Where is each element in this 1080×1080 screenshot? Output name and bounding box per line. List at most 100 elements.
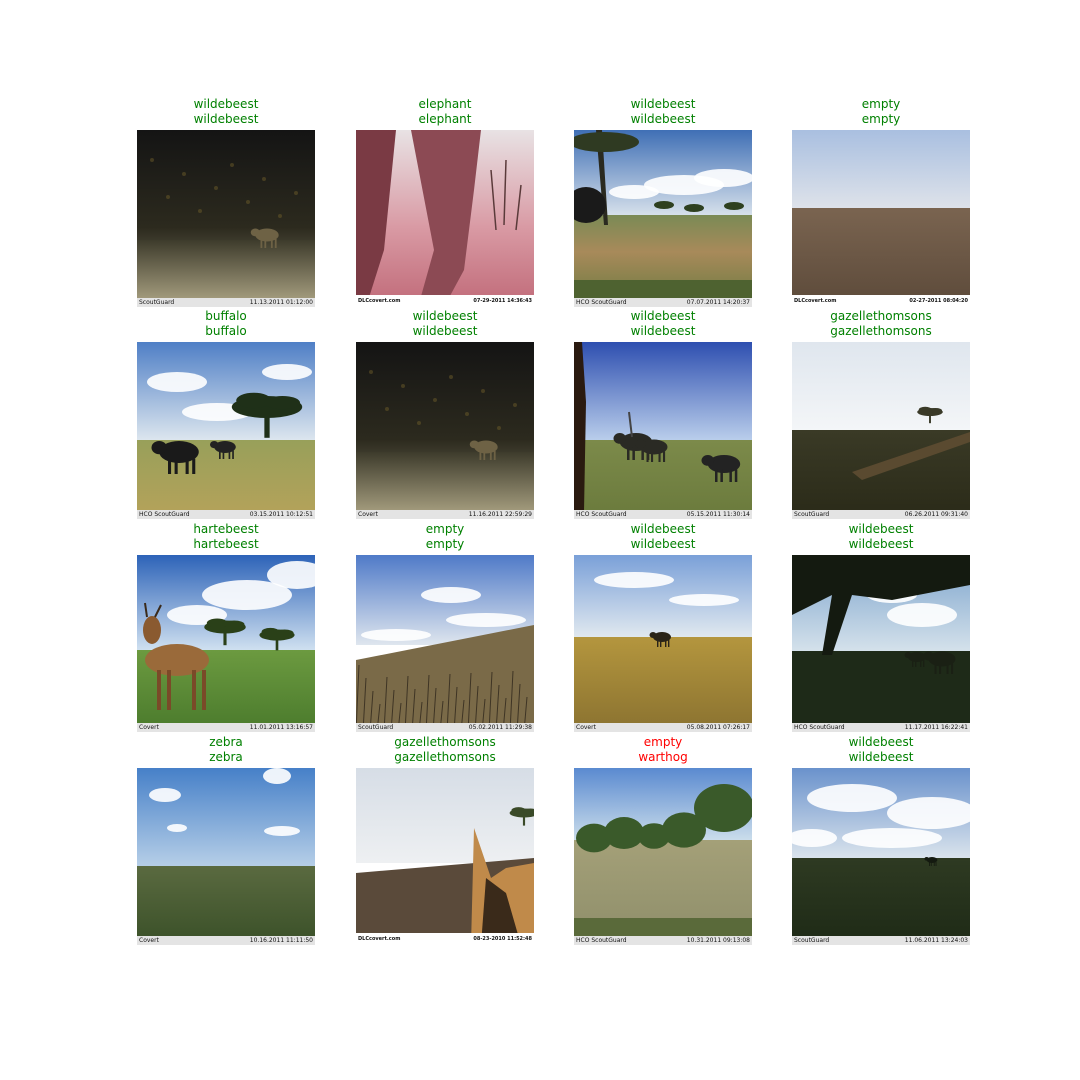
photo-timestamp: 11.13.2011 01:12:00 bbox=[249, 299, 313, 306]
photo-timestamp: 05.08.2011 07:26:17 bbox=[686, 724, 750, 731]
tile-caption: empty empty bbox=[772, 97, 990, 127]
photo-timestamp: 07-29-2011 14:36:43 bbox=[473, 298, 532, 304]
photo-timestamp: 08-23-2010 11:52:48 bbox=[473, 936, 532, 942]
camera-stamp: DLCcovert.com 02-27-2011 08:04:20 bbox=[792, 295, 970, 307]
tile-caption: gazellethomsons gazellethomsons bbox=[336, 735, 554, 765]
photo-image bbox=[137, 555, 315, 732]
true-label: gazellethomsons bbox=[830, 324, 932, 338]
photo-image bbox=[792, 555, 970, 732]
true-label: wildebeest bbox=[630, 537, 696, 551]
true-label: buffalo bbox=[205, 324, 247, 338]
predicted-label: wildebeest bbox=[630, 522, 696, 536]
camera-stamp: ScoutGuard 06.26.2011 09:31:40 bbox=[792, 510, 970, 519]
camera-stamp: DLCcovert.com 08-23-2010 11:52:48 bbox=[356, 933, 534, 945]
photo-timestamp: 05.15.2011 11:30:14 bbox=[686, 511, 750, 518]
photo-timestamp: 11.16.2011 22:59:29 bbox=[468, 511, 532, 518]
photo-timestamp: 11.17.2011 16:22:41 bbox=[904, 724, 968, 731]
tile-caption: wildebeest wildebeest bbox=[554, 309, 772, 339]
camera-trap-photo: HCO ScoutGuard 10.31.2011 09:13:08 bbox=[574, 768, 752, 945]
photo-image bbox=[356, 342, 534, 519]
camera-brand: HCO ScoutGuard bbox=[139, 511, 190, 518]
camera-trap-photo: DLCcovert.com 07-29-2011 14:36:43 bbox=[356, 130, 534, 307]
tile-caption: gazellethomsons gazellethomsons bbox=[772, 309, 990, 339]
camera-stamp: Covert 10.16.2011 11:11:50 bbox=[137, 936, 315, 945]
true-label: hartebeest bbox=[193, 537, 259, 551]
camera-trap-photo: ScoutGuard 05.02.2011 11:29:38 bbox=[356, 555, 534, 732]
camera-trap-photo: HCO ScoutGuard 05.15.2011 11:30:14 bbox=[574, 342, 752, 519]
camera-stamp: Covert 11.01.2011 13:16:57 bbox=[137, 723, 315, 732]
photo-image bbox=[137, 130, 315, 307]
photo-image bbox=[137, 768, 315, 945]
predicted-label: gazellethomsons bbox=[394, 735, 496, 749]
camera-brand: HCO ScoutGuard bbox=[794, 724, 845, 731]
true-label: wildebeest bbox=[848, 750, 914, 764]
photo-image bbox=[356, 768, 534, 945]
photo-image bbox=[792, 342, 970, 519]
predicted-label: wildebeest bbox=[193, 97, 259, 111]
photo-image bbox=[574, 768, 752, 945]
photo-timestamp: 07.07.2011 14:20:37 bbox=[686, 299, 750, 306]
camera-stamp: HCO ScoutGuard 10.31.2011 09:13:08 bbox=[574, 936, 752, 945]
true-label: empty bbox=[861, 112, 901, 126]
camera-trap-photo: ScoutGuard 06.26.2011 09:31:40 bbox=[792, 342, 970, 519]
camera-trap-photo: HCO ScoutGuard 11.17.2011 16:22:41 bbox=[792, 555, 970, 732]
camera-brand: Covert bbox=[139, 724, 159, 731]
predicted-label: wildebeest bbox=[848, 735, 914, 749]
camera-stamp: HCO ScoutGuard 11.17.2011 16:22:41 bbox=[792, 723, 970, 732]
camera-trap-photo: ScoutGuard 11.13.2011 01:12:00 bbox=[137, 130, 315, 307]
photo-timestamp: 03.15.2011 10:12:51 bbox=[249, 511, 313, 518]
photo-timestamp: 06.26.2011 09:31:40 bbox=[904, 511, 968, 518]
photo-timestamp: 10.31.2011 09:13:08 bbox=[686, 937, 750, 944]
camera-brand: Covert bbox=[139, 937, 159, 944]
camera-brand: ScoutGuard bbox=[139, 299, 175, 306]
camera-trap-photo: DLCcovert.com 02-27-2011 08:04:20 bbox=[792, 130, 970, 307]
predicted-label: wildebeest bbox=[630, 97, 696, 111]
photo-image bbox=[574, 342, 752, 519]
photo-timestamp: 10.16.2011 11:11:50 bbox=[249, 937, 313, 944]
tile-caption: zebra zebra bbox=[117, 735, 335, 765]
tile-caption: hartebeest hartebeest bbox=[117, 522, 335, 552]
tile-caption: wildebeest wildebeest bbox=[554, 522, 772, 552]
true-label: wildebeest bbox=[848, 537, 914, 551]
photo-image bbox=[792, 130, 970, 307]
predicted-label: empty bbox=[861, 97, 901, 111]
camera-brand: HCO ScoutGuard bbox=[576, 937, 627, 944]
photo-image bbox=[137, 342, 315, 519]
true-label: gazellethomsons bbox=[394, 750, 496, 764]
camera-stamp: HCO ScoutGuard 05.15.2011 11:30:14 bbox=[574, 510, 752, 519]
camera-brand: Covert bbox=[358, 511, 378, 518]
camera-brand: DLCcovert.com bbox=[358, 936, 401, 942]
tile-caption: wildebeest wildebeest bbox=[772, 522, 990, 552]
camera-trap-photo: Covert 11.01.2011 13:16:57 bbox=[137, 555, 315, 732]
photo-image bbox=[574, 130, 752, 307]
predicted-label: empty bbox=[425, 522, 465, 536]
camera-brand: HCO ScoutGuard bbox=[576, 299, 627, 306]
camera-stamp: Covert 11.16.2011 22:59:29 bbox=[356, 510, 534, 519]
camera-stamp: Covert 05.08.2011 07:26:17 bbox=[574, 723, 752, 732]
true-label: wildebeest bbox=[630, 112, 696, 126]
photo-timestamp: 11.06.2011 13:24:03 bbox=[904, 937, 968, 944]
photo-timestamp: 02-27-2011 08:04:20 bbox=[909, 298, 968, 304]
camera-trap-photo: Covert 05.08.2011 07:26:17 bbox=[574, 555, 752, 732]
camera-brand: DLCcovert.com bbox=[794, 298, 837, 304]
photo-image bbox=[356, 555, 534, 732]
camera-trap-photo: HCO ScoutGuard 07.07.2011 14:20:37 bbox=[574, 130, 752, 307]
tile-caption: buffalo buffalo bbox=[117, 309, 335, 339]
true-label: wildebeest bbox=[193, 112, 259, 126]
camera-brand: ScoutGuard bbox=[794, 937, 830, 944]
tile-caption: empty warthog bbox=[554, 735, 772, 765]
true-label: empty bbox=[425, 537, 465, 551]
camera-brand: DLCcovert.com bbox=[358, 298, 401, 304]
tile-caption: elephant elephant bbox=[336, 97, 554, 127]
camera-stamp: DLCcovert.com 07-29-2011 14:36:43 bbox=[356, 295, 534, 307]
camera-stamp: ScoutGuard 05.02.2011 11:29:38 bbox=[356, 723, 534, 732]
camera-brand: ScoutGuard bbox=[794, 511, 830, 518]
camera-trap-photo: HCO ScoutGuard 03.15.2011 10:12:51 bbox=[137, 342, 315, 519]
photo-image bbox=[792, 768, 970, 945]
camera-trap-photo: DLCcovert.com 08-23-2010 11:52:48 bbox=[356, 768, 534, 945]
tile-caption: wildebeest wildebeest bbox=[772, 735, 990, 765]
predicted-label: empty bbox=[643, 735, 683, 749]
predicted-label: wildebeest bbox=[412, 309, 478, 323]
predicted-label: wildebeest bbox=[630, 309, 696, 323]
predicted-label: buffalo bbox=[205, 309, 247, 323]
